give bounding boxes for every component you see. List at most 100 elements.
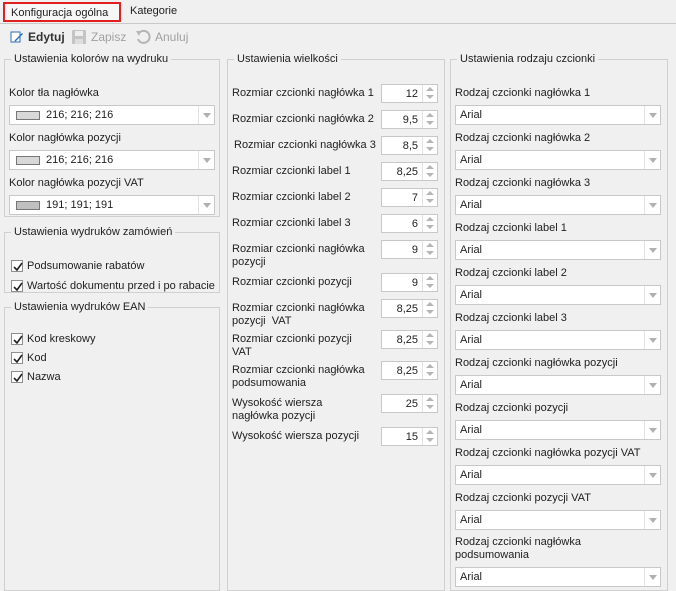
size-spinner-header-row-height[interactable]: 25 — [381, 394, 438, 413]
font-combo-label2[interactable]: Arial — [455, 285, 661, 305]
cancel-button[interactable]: Anuluj — [135, 28, 188, 46]
arrow-up-icon[interactable] — [426, 243, 434, 247]
spinner-arrows[interactable] — [422, 300, 437, 317]
chevron-down-icon[interactable] — [644, 511, 660, 529]
arrow-up-icon[interactable] — [426, 364, 434, 368]
chevron-down-icon[interactable] — [198, 151, 214, 169]
spinner-arrows[interactable] — [422, 111, 437, 128]
size-spinner-label1[interactable]: 8,25 — [381, 162, 438, 181]
arrow-up-icon[interactable] — [426, 302, 434, 306]
size-label-header1: Rozmiar czcionki nagłówka 1 — [232, 87, 374, 99]
font-combo-header1[interactable]: Arial — [455, 105, 661, 125]
size-spinner-label3[interactable]: 6 — [381, 214, 438, 233]
arrow-up-icon[interactable] — [426, 113, 434, 117]
arrow-down-icon[interactable] — [426, 173, 434, 177]
chevron-down-icon[interactable] — [644, 196, 660, 214]
code-checkbox[interactable]: Kod — [11, 352, 47, 364]
spinner-arrows[interactable] — [422, 241, 437, 258]
spinner-arrows[interactable] — [422, 428, 437, 445]
chevron-down-icon[interactable] — [644, 151, 660, 169]
arrow-down-icon[interactable] — [426, 251, 434, 255]
size-spinner-summary-header[interactable]: 8,25 — [381, 361, 438, 380]
doc-value-before-after-checkbox[interactable]: Wartość dokumentu przed i po rabacie — [11, 280, 215, 292]
spinner-arrows[interactable] — [422, 362, 437, 379]
header-bg-color-combo[interactable]: 216; 216; 216 — [9, 105, 215, 125]
size-spinner-header3[interactable]: 8,5 — [381, 136, 438, 155]
arrow-down-icon[interactable] — [426, 121, 434, 125]
header-bg-color-value: 216; 216; 216 — [46, 109, 114, 121]
discount-summary-checkbox[interactable]: Podsumowanie rabatów — [11, 260, 144, 272]
tab-general-config[interactable]: Konfiguracja ogólna — [3, 2, 121, 22]
arrow-down-icon[interactable] — [426, 372, 434, 376]
chevron-down-icon[interactable] — [644, 286, 660, 304]
edit-button[interactable]: Edytuj — [10, 28, 65, 46]
chevron-down-icon[interactable] — [644, 421, 660, 439]
arrow-down-icon[interactable] — [426, 405, 434, 409]
font-combo-item-header[interactable]: Arial — [455, 375, 661, 395]
arrow-up-icon[interactable] — [426, 191, 434, 195]
size-spinner-header1[interactable]: 12 — [381, 84, 438, 103]
chevron-down-icon[interactable] — [198, 196, 214, 214]
font-combo-item[interactable]: Arial — [455, 420, 661, 440]
arrow-up-icon[interactable] — [426, 397, 434, 401]
spinner-arrows[interactable] — [422, 137, 437, 154]
arrow-down-icon[interactable] — [426, 95, 434, 99]
spinner-arrows[interactable] — [422, 274, 437, 291]
item-header-color-combo[interactable]: 216; 216; 216 — [9, 150, 215, 170]
arrow-down-icon[interactable] — [426, 310, 434, 314]
font-combo-summary-header[interactable]: Arial — [455, 567, 661, 587]
arrow-down-icon[interactable] — [426, 438, 434, 442]
size-spinner-row-height[interactable]: 15 — [381, 427, 438, 446]
spinner-arrows[interactable] — [422, 395, 437, 412]
arrow-up-icon[interactable] — [426, 276, 434, 280]
tab-categories[interactable]: Kategorie — [124, 2, 183, 22]
chevron-down-icon[interactable] — [644, 568, 660, 586]
arrow-up-icon[interactable] — [426, 430, 434, 434]
name-checkbox[interactable]: Nazwa — [11, 371, 61, 383]
arrow-down-icon[interactable] — [426, 284, 434, 288]
font-combo-label3[interactable]: Arial — [455, 330, 661, 350]
size-spinner-item-header-vat[interactable]: 8,25 — [381, 299, 438, 318]
spinner-arrows[interactable] — [422, 163, 437, 180]
size-label-header-row-height-line2: nagłówka pozycji — [232, 410, 316, 422]
arrow-down-icon[interactable] — [426, 341, 434, 345]
chevron-down-icon[interactable] — [644, 331, 660, 349]
spinner-arrows[interactable] — [422, 189, 437, 206]
spinner-value: 12 — [405, 88, 418, 100]
font-combo-header2[interactable]: Arial — [455, 150, 661, 170]
arrow-down-icon[interactable] — [426, 147, 434, 151]
arrow-down-icon[interactable] — [426, 199, 434, 203]
chevron-down-icon[interactable] — [198, 106, 214, 124]
save-button[interactable]: Zapisz — [71, 28, 126, 46]
spinner-arrows[interactable] — [422, 215, 437, 232]
chevron-down-icon[interactable] — [644, 376, 660, 394]
font-combo-item-header-vat[interactable]: Arial — [455, 465, 661, 485]
font-combo-value: Arial — [460, 244, 483, 256]
barcode-checkbox[interactable]: Kod kreskowy — [11, 333, 95, 345]
arrow-down-icon[interactable] — [426, 225, 434, 229]
size-spinner-label2[interactable]: 7 — [381, 188, 438, 207]
chevron-down-icon[interactable] — [644, 241, 660, 259]
arrow-up-icon[interactable] — [426, 165, 434, 169]
arrow-up-icon[interactable] — [426, 217, 434, 221]
arrow-up-icon[interactable] — [426, 139, 434, 143]
size-label-item-header-vat: Rozmiar czcionki nagłówka pozycji VAT — [232, 302, 365, 328]
font-combo-label1[interactable]: Arial — [455, 240, 661, 260]
font-combo-value: Arial — [460, 469, 483, 481]
spinner-value: 9,5 — [402, 114, 418, 126]
spinner-value: 9 — [411, 277, 418, 289]
print-colors-legend: Ustawienia kolorów na wydruku — [14, 53, 169, 65]
size-spinner-item-header[interactable]: 9 — [381, 240, 438, 259]
size-spinner-header2[interactable]: 9,5 — [381, 110, 438, 129]
arrow-up-icon[interactable] — [426, 333, 434, 337]
font-combo-item-vat[interactable]: Arial — [455, 510, 661, 530]
spinner-arrows[interactable] — [422, 85, 437, 102]
chevron-down-icon[interactable] — [644, 106, 660, 124]
size-spinner-item-vat[interactable]: 8,25 — [381, 330, 438, 349]
arrow-up-icon[interactable] — [426, 87, 434, 91]
font-combo-header3[interactable]: Arial — [455, 195, 661, 215]
chevron-down-icon[interactable] — [644, 466, 660, 484]
vat-header-color-combo[interactable]: 191; 191; 191 — [9, 195, 215, 215]
size-spinner-item[interactable]: 9 — [381, 273, 438, 292]
spinner-arrows[interactable] — [422, 331, 437, 348]
